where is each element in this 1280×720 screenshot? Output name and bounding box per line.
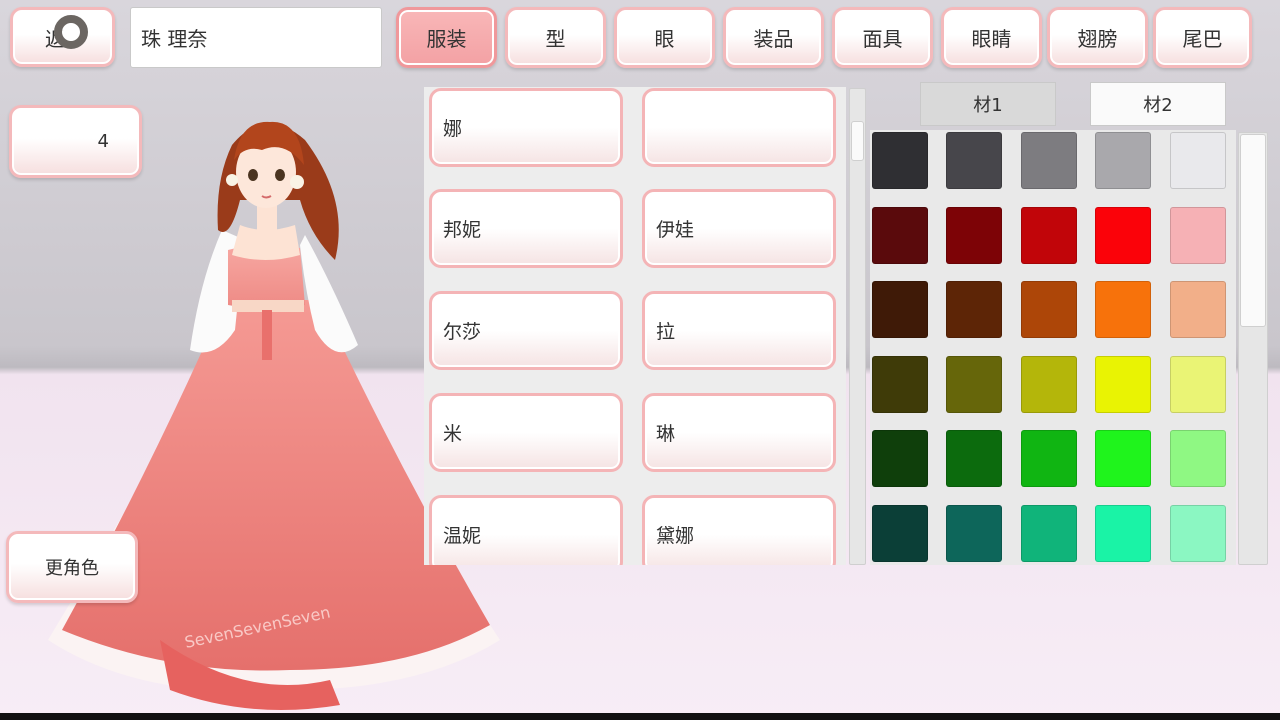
- palette-scroll-thumb[interactable]: [1240, 134, 1266, 327]
- list-item[interactable]: 温妮: [429, 495, 623, 565]
- list-item[interactable]: [642, 88, 836, 167]
- list-item[interactable]: 邦妮: [429, 189, 623, 268]
- outfit-list-scrollbar[interactable]: [849, 88, 866, 565]
- color-swatch[interactable]: [946, 207, 1002, 264]
- color-swatch[interactable]: [1095, 505, 1151, 562]
- list-item[interactable]: 米: [429, 393, 623, 472]
- bottom-edge: [0, 713, 1280, 720]
- color-swatch[interactable]: [1095, 356, 1151, 413]
- color-swatch[interactable]: [1170, 132, 1226, 189]
- color-swatch[interactable]: [1095, 281, 1151, 338]
- color-palette: [870, 130, 1236, 565]
- counter-box[interactable]: 4: [9, 105, 142, 178]
- list-item[interactable]: 黛娜: [642, 495, 836, 565]
- color-swatch[interactable]: [946, 430, 1002, 487]
- tab-label: 面具: [862, 27, 903, 51]
- tab-label: 服装: [426, 27, 467, 51]
- color-swatch[interactable]: [1021, 430, 1077, 487]
- change-character-label: 更角色: [45, 558, 99, 579]
- color-swatch[interactable]: [872, 281, 928, 338]
- color-swatch[interactable]: [1021, 207, 1077, 264]
- color-swatch[interactable]: [1170, 430, 1226, 487]
- list-item[interactable]: 尔莎: [429, 291, 623, 370]
- color-swatch[interactable]: [1170, 505, 1226, 562]
- list-item-label: 温妮: [443, 525, 482, 547]
- tab-wings[interactable]: 翅膀: [1047, 7, 1148, 68]
- color-swatch[interactable]: [872, 207, 928, 264]
- palette-scrollbar[interactable]: [1238, 132, 1268, 565]
- touch-indicator-icon: [54, 15, 88, 49]
- list-item-label: 邦妮: [443, 219, 482, 241]
- list-item-label: 黛娜: [656, 525, 695, 547]
- list-item-label: 尔莎: [443, 321, 482, 343]
- tab-glasses[interactable]: 眼睛: [941, 7, 1042, 68]
- list-item-label: 米: [443, 423, 463, 445]
- color-swatch[interactable]: [1021, 505, 1077, 562]
- list-item-label: 娜: [443, 118, 463, 140]
- counter-value: 4: [97, 131, 109, 152]
- color-swatch[interactable]: [946, 505, 1002, 562]
- color-swatch[interactable]: [946, 356, 1002, 413]
- list-item-label: 伊娃: [656, 219, 695, 241]
- list-item-label: 琳: [656, 423, 676, 445]
- color-swatch[interactable]: [1170, 281, 1226, 338]
- tab-accessories[interactable]: 装品: [723, 7, 824, 68]
- tab-material-2[interactable]: 材2: [1090, 82, 1226, 126]
- color-swatch[interactable]: [1095, 132, 1151, 189]
- color-swatch[interactable]: [1021, 132, 1077, 189]
- color-swatch[interactable]: [1095, 430, 1151, 487]
- color-swatch[interactable]: [872, 132, 928, 189]
- tab-label: 眼睛: [971, 27, 1012, 51]
- color-swatch[interactable]: [872, 505, 928, 562]
- list-item[interactable]: 拉: [642, 291, 836, 370]
- tab-label: 眼: [654, 27, 675, 51]
- tab-label: 尾巴: [1182, 27, 1223, 51]
- list-item[interactable]: 娜: [429, 88, 623, 167]
- outfit-list-panel: 娜 邦妮 伊娃 尔莎 拉 米 琳 温妮 黛娜: [424, 87, 846, 565]
- character-name-field[interactable]: 珠 理奈: [130, 7, 382, 68]
- color-swatch[interactable]: [1170, 207, 1226, 264]
- color-swatch[interactable]: [946, 281, 1002, 338]
- change-character-button[interactable]: 更角色: [6, 531, 138, 603]
- tab-clothing[interactable]: 服装: [396, 7, 497, 68]
- color-swatch[interactable]: [1170, 356, 1226, 413]
- color-swatch[interactable]: [1095, 207, 1151, 264]
- tab-label: 装品: [753, 27, 794, 51]
- tab-label: 翅膀: [1077, 27, 1118, 51]
- color-swatch[interactable]: [872, 430, 928, 487]
- tab-label: 型: [545, 27, 566, 51]
- color-swatch[interactable]: [1021, 281, 1077, 338]
- list-item-label: 拉: [656, 321, 676, 343]
- color-swatch[interactable]: [1021, 356, 1077, 413]
- list-item[interactable]: 琳: [642, 393, 836, 472]
- tab-material-1[interactable]: 材1: [920, 82, 1056, 126]
- outfit-list-scroll-thumb[interactable]: [851, 121, 864, 161]
- color-swatch[interactable]: [872, 356, 928, 413]
- material-tab-label: 材1: [973, 95, 1003, 116]
- tab-mask[interactable]: 面具: [832, 7, 933, 68]
- character-name-value: 珠 理奈: [141, 27, 208, 51]
- tab-hairstyle[interactable]: 型: [505, 7, 606, 68]
- list-item[interactable]: 伊娃: [642, 189, 836, 268]
- color-swatch[interactable]: [946, 132, 1002, 189]
- tab-eye[interactable]: 眼: [614, 7, 715, 68]
- material-tab-label: 材2: [1143, 95, 1173, 116]
- tab-tail[interactable]: 尾巴: [1153, 7, 1252, 68]
